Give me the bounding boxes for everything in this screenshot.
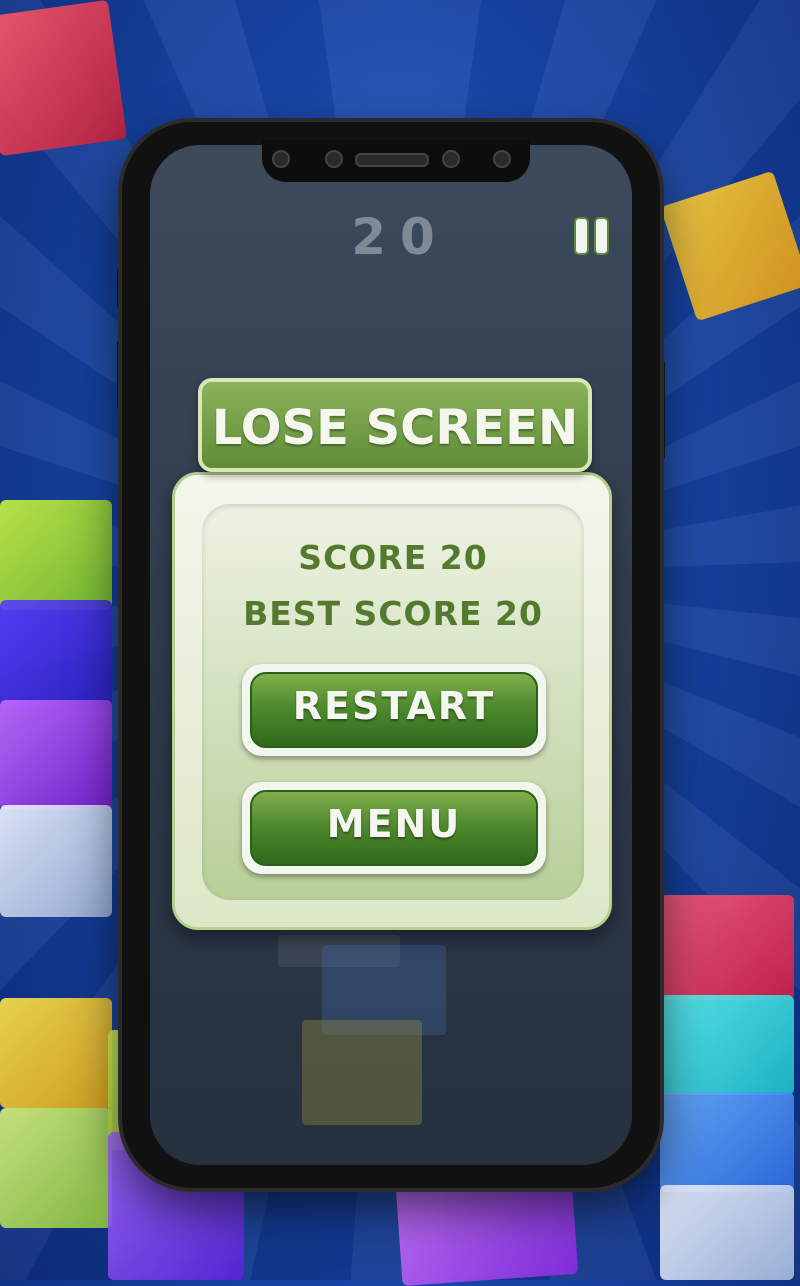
current-score: 20 [351,208,449,266]
pause-icon [594,217,609,255]
cube-purple-left [0,700,112,810]
sensor-icon [493,150,511,168]
restart-button[interactable]: RESTART [242,664,546,756]
camera-icon [325,150,343,168]
pause-button[interactable] [572,215,612,255]
menu-button-label: MENU [326,802,462,846]
cube-white-left [0,805,112,917]
ghost-block-3 [302,1020,422,1125]
cube-yellow-bottom-left [0,998,112,1108]
menu-button[interactable]: MENU [242,782,546,874]
cube-green-left [0,500,112,610]
cube-blue-right [660,1092,794,1192]
cube-red-right [660,895,794,1000]
dialog-title: LOSE SCREEN [211,400,579,456]
cube-red-top-left [0,0,128,157]
cube-white-right [660,1185,794,1280]
score-text: SCORE 20 [298,538,488,577]
speaker-grille [355,153,429,167]
best-score-text: BEST SCORE 20 [243,594,543,633]
cube-green-bottom-left [0,1108,112,1228]
cube-cyan-right [660,995,794,1095]
restart-button-label: RESTART [292,684,496,728]
sensor-icon [442,150,460,168]
camera-icon [272,150,290,168]
pause-icon [574,217,589,255]
cube-blue-left [0,600,112,710]
dialog-title-banner: LOSE SCREEN [198,378,592,472]
